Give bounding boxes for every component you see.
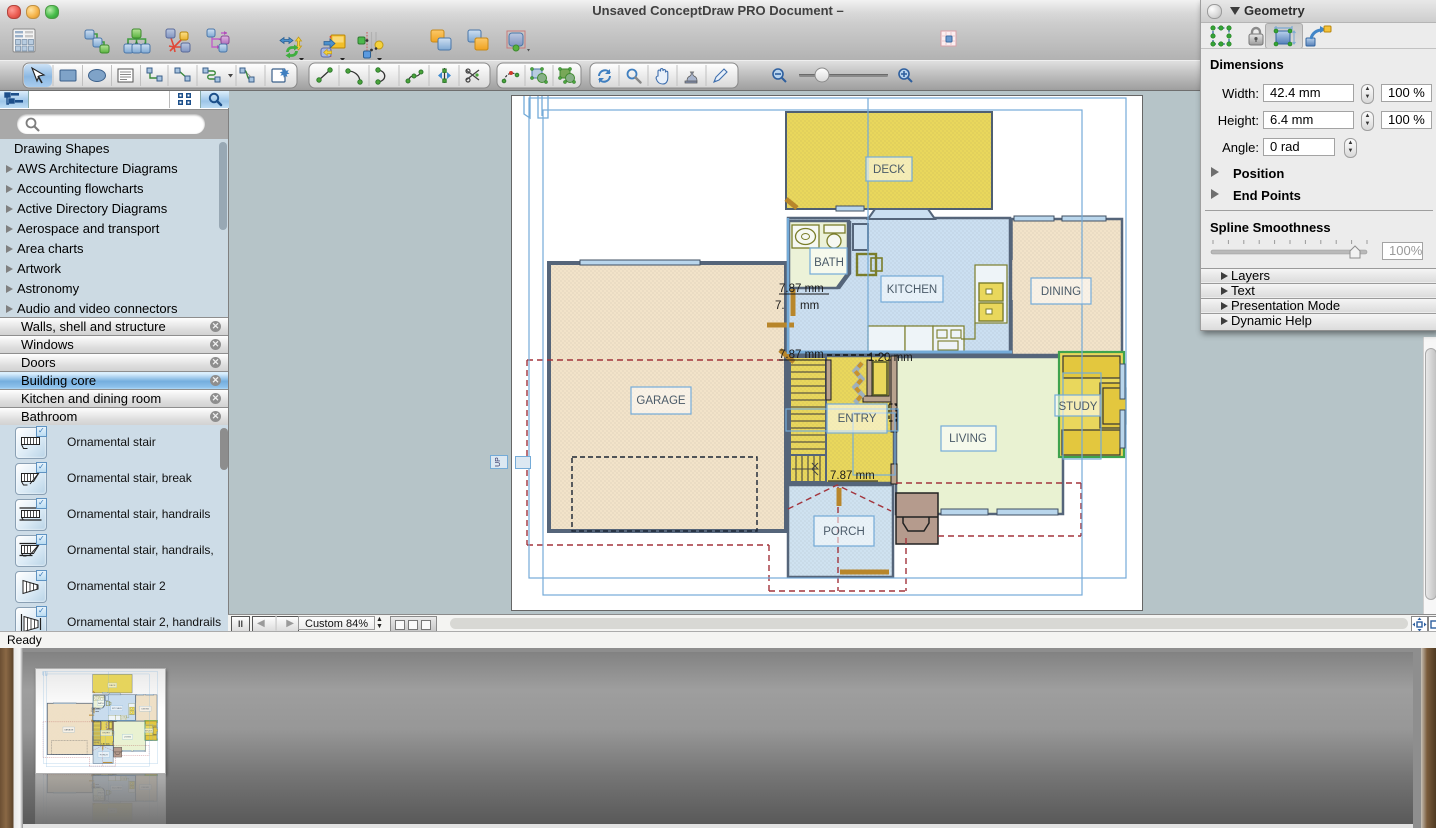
svg-text:7.87 mm: 7.87 mm	[779, 283, 824, 295]
svg-text:DINING: DINING	[1041, 286, 1081, 298]
svg-text:ENTRY: ENTRY	[838, 413, 877, 425]
svg-text:LIVING: LIVING	[949, 433, 987, 445]
svg-text:GARAGE: GARAGE	[636, 395, 686, 407]
svg-text:DECK: DECK	[873, 164, 905, 176]
svg-text:7.87 mm: 7.87 mm	[830, 470, 875, 482]
svg-text:7.: 7.	[775, 300, 785, 312]
svg-text:KITCHEN: KITCHEN	[887, 284, 937, 296]
svg-text:7.87 mm: 7.87 mm	[779, 349, 824, 361]
svg-text:PORCH: PORCH	[823, 526, 865, 538]
svg-text:mm: mm	[800, 300, 819, 312]
svg-text:STUDY: STUDY	[1059, 401, 1098, 413]
svg-text:1.20 mm: 1.20 mm	[868, 352, 913, 364]
svg-text:BATH: BATH	[814, 257, 844, 269]
